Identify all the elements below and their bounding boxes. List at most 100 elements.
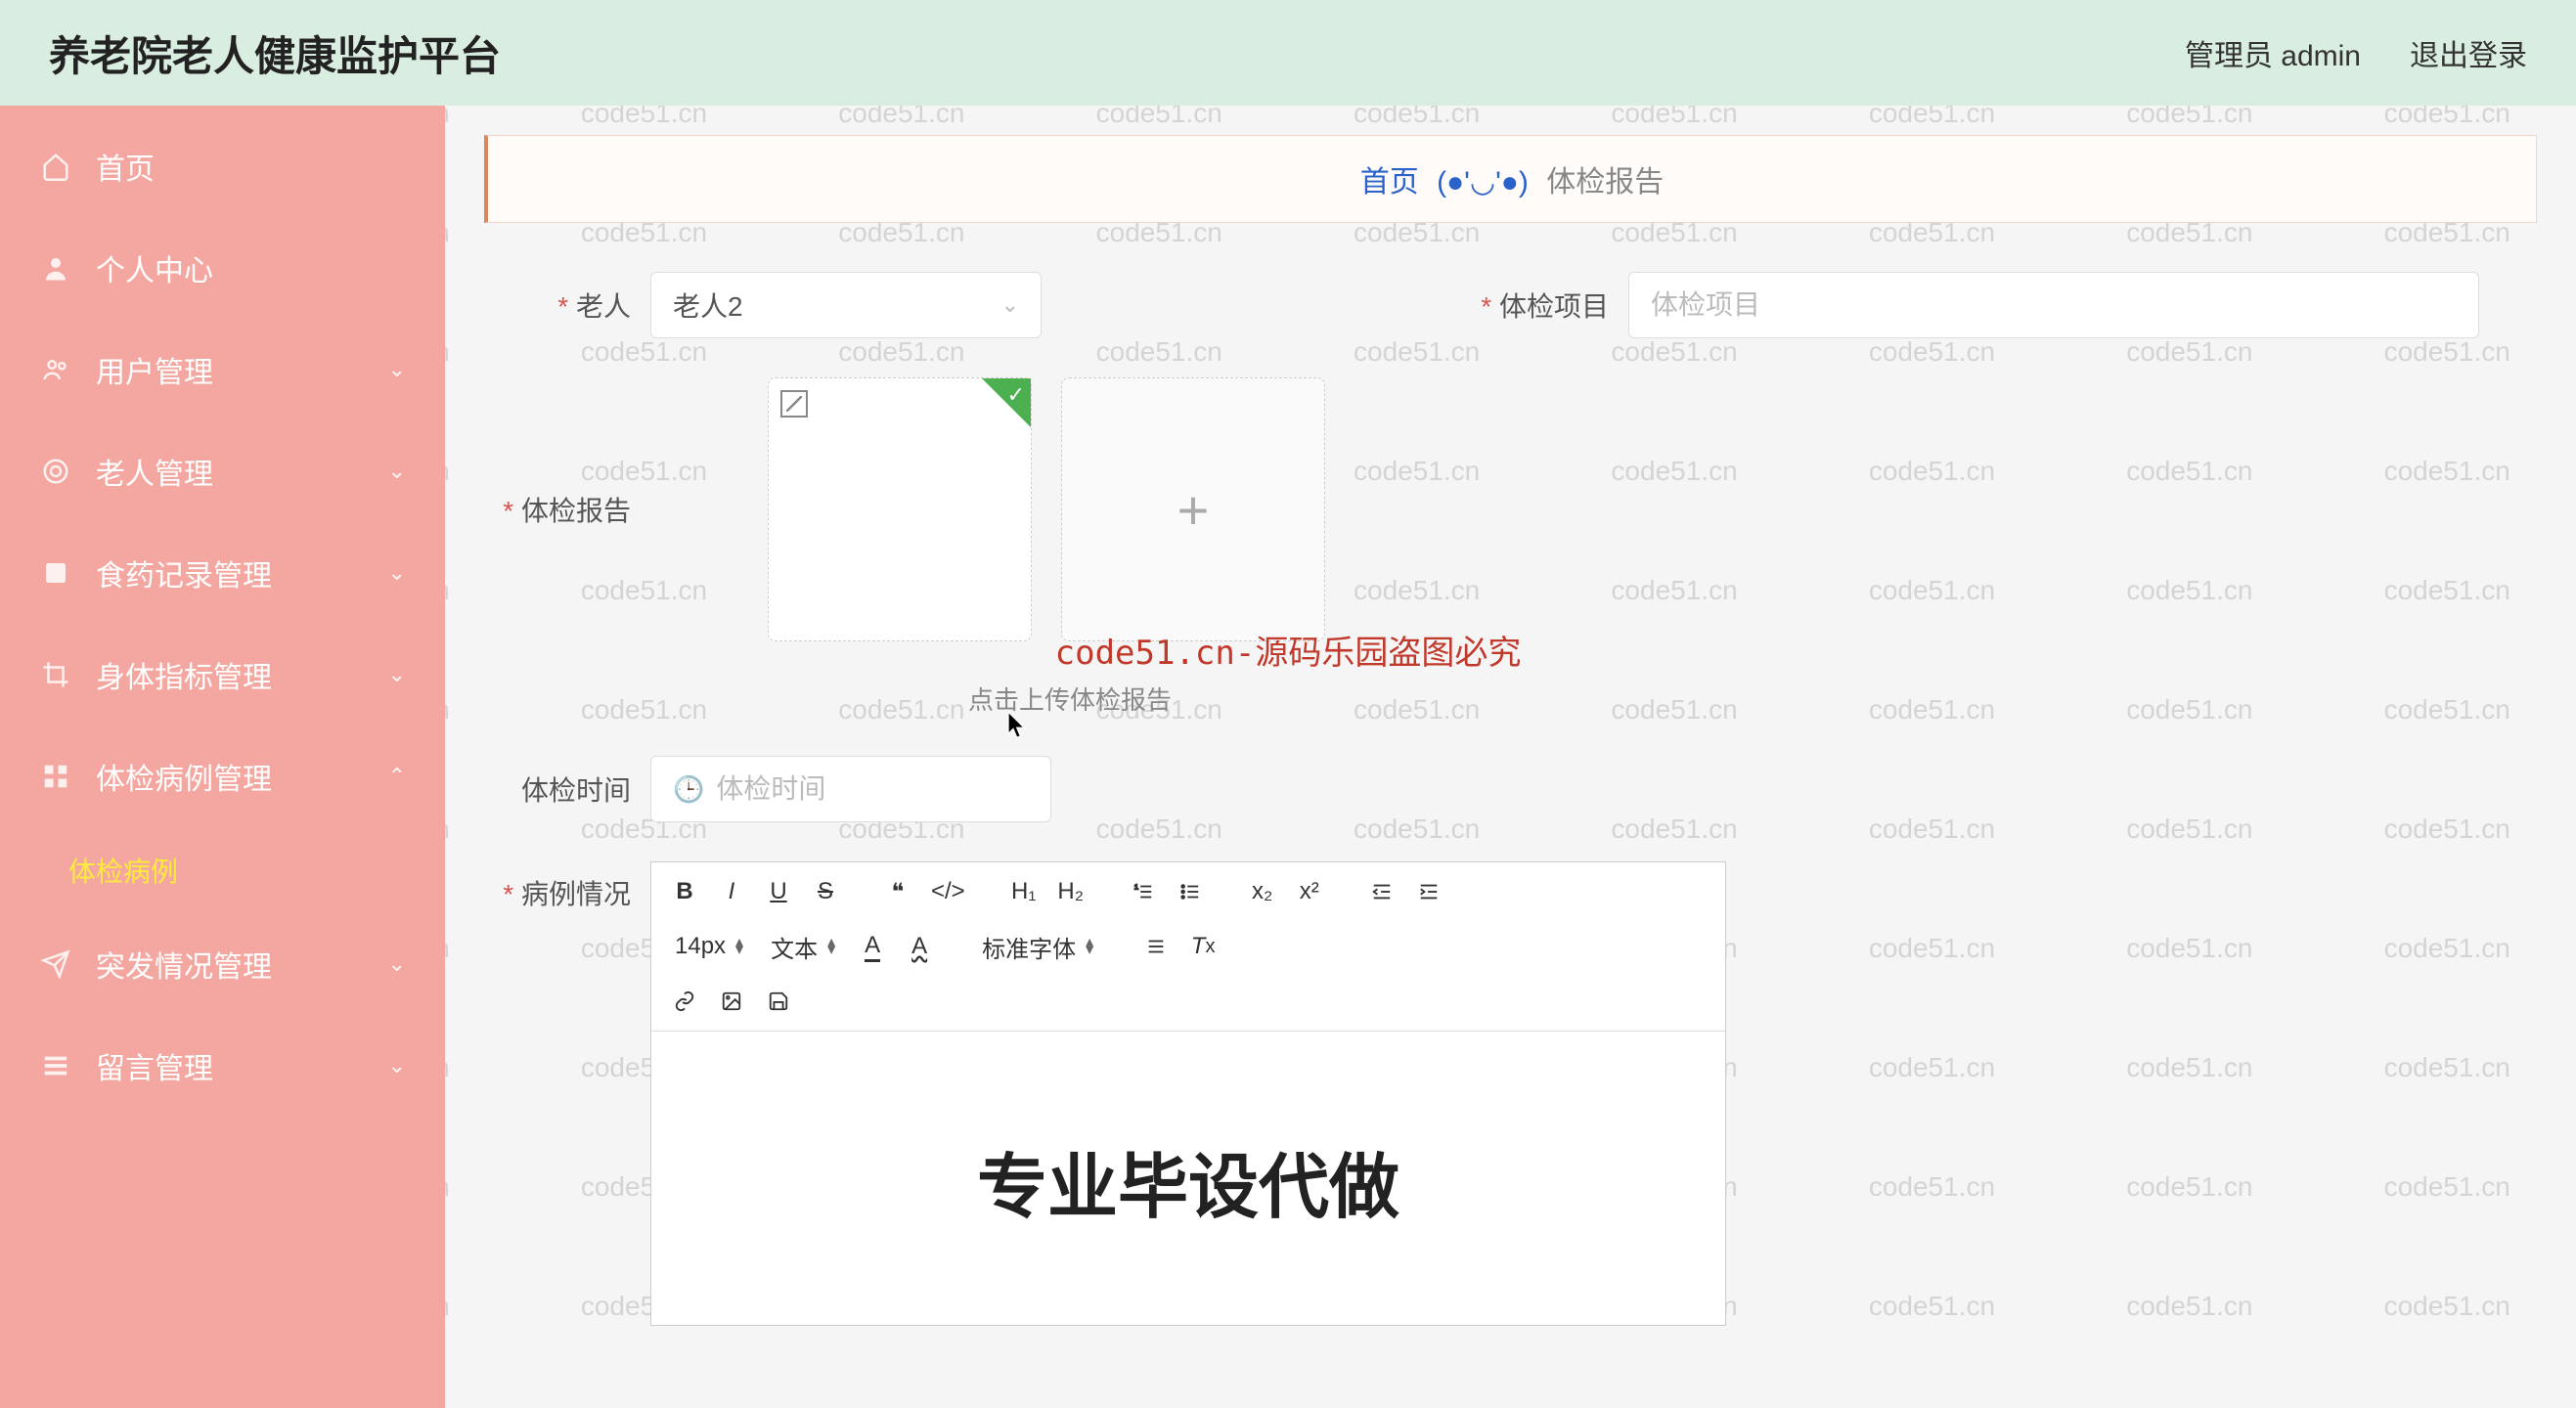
sidebar-item-label: 体检病例管理 bbox=[96, 755, 272, 798]
rich-text-editor: B I U S ❝ </> H₁ H₂ 1 bbox=[650, 861, 1726, 1326]
sidebar-item-label: 突发情况管理 bbox=[96, 943, 272, 986]
font-family-select[interactable]: 标准字体 ▴▾ bbox=[972, 930, 1103, 964]
elder-select[interactable]: 老人2 ⌄ bbox=[650, 272, 1042, 338]
save-button[interactable] bbox=[759, 982, 798, 1021]
unordered-list-button[interactable] bbox=[1171, 872, 1210, 911]
case-label: 病例情况 bbox=[484, 861, 650, 912]
plus-icon: + bbox=[1177, 478, 1210, 542]
chevron-down-icon: ⌄ bbox=[388, 357, 406, 382]
chevron-down-icon: ⌄ bbox=[388, 1053, 406, 1078]
indent-increase-button[interactable] bbox=[1409, 872, 1448, 911]
chevron-down-icon: ⌄ bbox=[388, 560, 406, 586]
breadcrumb-home[interactable]: 首页 bbox=[1360, 166, 1419, 198]
sidebar-item-elder-mgmt[interactable]: 老人管理 ⌄ bbox=[0, 420, 445, 522]
sidebar-item-food-med[interactable]: 食药记录管理 ⌄ bbox=[0, 522, 445, 624]
book-icon bbox=[39, 556, 72, 590]
sidebar-item-label: 食药记录管理 bbox=[96, 551, 272, 594]
chevron-up-icon: ⌃ bbox=[388, 764, 406, 789]
time-input[interactable]: 🕒 bbox=[650, 756, 1051, 822]
app-header: 养老院老人健康监护平台 管理员 admin 退出登录 bbox=[0, 0, 2576, 106]
editor-content-heading: 专业毕设代做 bbox=[690, 1129, 1686, 1232]
indent-decrease-button[interactable] bbox=[1362, 872, 1401, 911]
elder-label: 老人 bbox=[484, 286, 650, 325]
text-type-select[interactable]: 文本 ▴▾ bbox=[761, 930, 845, 964]
font-size-select[interactable]: 14px ▴▾ bbox=[665, 933, 753, 960]
users-icon bbox=[39, 353, 72, 386]
menu-icon bbox=[39, 1049, 72, 1082]
editor-body[interactable]: 专业毕设代做 bbox=[651, 1032, 1725, 1325]
italic-button[interactable]: I bbox=[712, 872, 751, 911]
chevron-down-icon: ⌄ bbox=[388, 951, 406, 977]
main-content: 首页 (●'◡'●) 体检报告 老人 老人2 ⌄ 体检项目 体检报告 bbox=[445, 106, 2576, 1408]
report-label: 体检报告 bbox=[484, 490, 650, 529]
logout-link[interactable]: 退出登录 bbox=[2410, 31, 2527, 74]
breadcrumb-current: 体检报告 bbox=[1546, 166, 1664, 198]
sidebar-item-home[interactable]: 首页 bbox=[0, 115, 445, 217]
underline-button[interactable]: U bbox=[759, 872, 798, 911]
time-label: 体检时间 bbox=[484, 770, 650, 809]
subscript-button[interactable]: x₂ bbox=[1243, 872, 1282, 911]
upload-add-card[interactable]: + bbox=[1061, 377, 1325, 641]
chevron-down-icon: ⌄ bbox=[388, 662, 406, 687]
upload-hint: 点击上传体检报告 bbox=[968, 681, 2537, 717]
form-item-elder: 老人 老人2 ⌄ bbox=[484, 272, 1042, 338]
link-button[interactable] bbox=[665, 982, 704, 1021]
sidebar-item-label: 个人中心 bbox=[96, 246, 213, 289]
uploaded-image-card[interactable]: ✓ bbox=[768, 377, 1032, 641]
sidebar-item-label: 老人管理 bbox=[96, 450, 213, 493]
sidebar-item-label: 用户管理 bbox=[96, 348, 213, 391]
sidebar-item-exam-cases[interactable]: 体检病例管理 ⌃ bbox=[0, 726, 445, 827]
app-title: 养老院老人健康监护平台 bbox=[49, 23, 501, 83]
highlight-button[interactable]: A bbox=[900, 927, 939, 966]
target-icon bbox=[39, 455, 72, 488]
h1-button[interactable]: H₁ bbox=[1004, 872, 1044, 911]
elder-select-value: 老人2 bbox=[673, 286, 743, 325]
clear-format-button[interactable]: Tx bbox=[1183, 927, 1222, 966]
form-item-time: 体检时间 🕒 bbox=[484, 756, 1051, 822]
sidebar-item-emergency[interactable]: 突发情况管理 ⌄ bbox=[0, 913, 445, 1015]
sidebar-item-profile[interactable]: 个人中心 bbox=[0, 217, 445, 319]
strike-button[interactable]: S bbox=[806, 872, 845, 911]
superscript-button[interactable]: x² bbox=[1290, 872, 1329, 911]
sidebar-item-user-mgmt[interactable]: 用户管理 ⌄ bbox=[0, 319, 445, 420]
sidebar-item-body-metrics[interactable]: 身体指标管理 ⌄ bbox=[0, 624, 445, 726]
check-icon: ✓ bbox=[1007, 382, 1025, 408]
send-icon bbox=[39, 947, 72, 981]
font-color-button[interactable]: A bbox=[853, 927, 892, 966]
home-icon bbox=[39, 150, 72, 183]
user-icon bbox=[39, 251, 72, 285]
form-item-report: 体检报告 ✓ + bbox=[484, 377, 1325, 641]
broken-image-icon bbox=[780, 390, 808, 418]
crop-icon bbox=[39, 658, 72, 691]
sidebar-item-messages[interactable]: 留言管理 ⌄ bbox=[0, 1015, 445, 1117]
form-item-project: 体检项目 bbox=[1462, 272, 2479, 338]
sidebar-subitem-label: 体检病例 bbox=[68, 857, 178, 887]
header-actions: 管理员 admin 退出登录 bbox=[2185, 31, 2527, 74]
grid-icon bbox=[39, 760, 72, 793]
project-label: 体检项目 bbox=[1462, 286, 1628, 325]
editor-toolbar: B I U S ❝ </> H₁ H₂ 1 bbox=[651, 862, 1725, 1032]
align-button[interactable] bbox=[1136, 927, 1176, 966]
project-input-field[interactable] bbox=[1651, 289, 2457, 321]
bold-button[interactable]: B bbox=[665, 872, 704, 911]
svg-text:1: 1 bbox=[1134, 882, 1138, 891]
current-user-label[interactable]: 管理员 admin bbox=[2185, 31, 2361, 74]
chevron-down-icon: ⌄ bbox=[1001, 292, 1019, 318]
time-input-field[interactable] bbox=[716, 773, 1029, 805]
sidebar-item-label: 留言管理 bbox=[96, 1044, 213, 1087]
upload-area: ✓ + bbox=[768, 377, 1325, 641]
project-input[interactable] bbox=[1628, 272, 2479, 338]
code-button[interactable]: </> bbox=[925, 872, 971, 911]
sidebar: 首页 个人中心 用户管理 ⌄ 老人管理 ⌄ 食药记录管理 bbox=[0, 106, 445, 1408]
form-item-case: 病例情况 B I U S ❝ </> H₁ H₂ bbox=[484, 861, 1726, 1326]
ordered-list-button[interactable]: 1 bbox=[1124, 872, 1163, 911]
sidebar-item-label: 身体指标管理 bbox=[96, 653, 272, 696]
breadcrumb-face: (●'◡'●) bbox=[1437, 166, 1529, 198]
clock-icon: 🕒 bbox=[673, 774, 704, 805]
image-button[interactable] bbox=[712, 982, 751, 1021]
sidebar-subitem-exam-case[interactable]: 体检病例 bbox=[0, 827, 445, 913]
h2-button[interactable]: H₂ bbox=[1051, 872, 1090, 911]
sidebar-item-label: 首页 bbox=[96, 145, 155, 188]
breadcrumb: 首页 (●'◡'●) 体检报告 bbox=[484, 135, 2537, 223]
quote-button[interactable]: ❝ bbox=[878, 872, 917, 911]
